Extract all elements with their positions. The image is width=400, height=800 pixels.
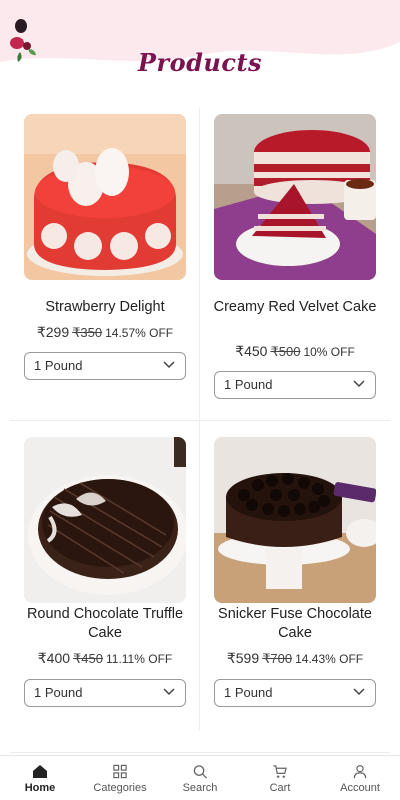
search-icon bbox=[193, 765, 208, 779]
nav-item-account[interactable]: Account bbox=[320, 756, 400, 800]
product-mrp: ₹450 bbox=[73, 651, 103, 666]
product-name[interactable]: Creamy Red Velvet Cake bbox=[200, 298, 390, 317]
weight-select-value: 1 Pound bbox=[34, 358, 83, 373]
weight-select-value: 1 Pound bbox=[34, 685, 83, 700]
user-icon bbox=[353, 764, 367, 779]
page-title: Products bbox=[137, 48, 263, 77]
weight-select[interactable]: 1 Pound bbox=[24, 679, 186, 707]
price-row: ₹400 ₹450 11.11% OFF bbox=[10, 650, 200, 667]
product-image[interactable] bbox=[214, 437, 376, 603]
weight-select-value: 1 Pound bbox=[224, 685, 273, 700]
nav-label-account: Account bbox=[340, 782, 380, 794]
price-row: ₹599 ₹700 14.43% OFF bbox=[200, 650, 390, 667]
weight-select[interactable]: 1 Pound bbox=[214, 371, 376, 399]
product-image[interactable] bbox=[214, 114, 376, 280]
discount-label: 11.11% OFF bbox=[105, 652, 173, 666]
product-name[interactable]: Strawberry Delight bbox=[10, 298, 200, 317]
chevron-down-icon bbox=[353, 380, 365, 388]
grid-divider-bottom bbox=[10, 752, 390, 753]
product-name[interactable]: Snicker Fuse Chocolate Cake bbox=[200, 605, 390, 643]
product-price: ₹599 bbox=[226, 650, 260, 666]
bottom-nav: Home Categories Search Cart Account bbox=[0, 755, 400, 800]
chevron-down-icon bbox=[163, 688, 175, 696]
chevron-down-icon bbox=[353, 688, 365, 696]
cart-icon bbox=[273, 765, 287, 778]
nav-item-home[interactable]: Home bbox=[0, 756, 80, 800]
product-mrp: ₹350 bbox=[72, 325, 103, 340]
discount-label: 14.57% OFF bbox=[105, 326, 174, 340]
product-name[interactable]: Round Chocolate Truffle Cake bbox=[10, 605, 200, 643]
product-price: ₹299 bbox=[36, 324, 70, 340]
product-image[interactable] bbox=[24, 437, 186, 603]
products-screen: Products Strawberry Delight ₹299 ₹350 14… bbox=[0, 0, 400, 800]
nav-label-home: Home bbox=[24, 782, 56, 794]
nav-item-search[interactable]: Search bbox=[160, 756, 240, 800]
product-card[interactable]: Creamy Red Velvet Cake ₹450 ₹500 10% OFF 1… bbox=[200, 114, 390, 414]
nav-label-search: Search bbox=[182, 782, 218, 794]
product-card[interactable]: Snicker Fuse Chocolate Cake ₹599 ₹700 14.4… bbox=[200, 437, 390, 737]
product-price: ₹450 bbox=[235, 343, 268, 359]
product-card[interactable]: Round Chocolate Truffle Cake ₹400 ₹450 11.… bbox=[10, 437, 200, 737]
header: Products bbox=[0, 0, 400, 100]
discount-label: 14.43% OFF bbox=[295, 652, 364, 666]
discount-label: 10% OFF bbox=[303, 345, 355, 359]
nav-label-categories: Categories bbox=[93, 782, 147, 794]
weight-select-value: 1 Pound bbox=[224, 377, 273, 392]
weight-select[interactable]: 1 Pound bbox=[214, 679, 376, 707]
grid-divider-horizontal bbox=[10, 420, 390, 421]
price-row: ₹450 ₹500 10% OFF bbox=[200, 343, 390, 360]
product-mrp: ₹700 bbox=[262, 651, 293, 666]
nav-item-categories[interactable]: Categories bbox=[80, 756, 160, 800]
product-image[interactable] bbox=[24, 114, 186, 280]
price-row: ₹299 ₹350 14.57% OFF bbox=[10, 324, 200, 341]
nav-item-cart[interactable]: Cart bbox=[240, 756, 320, 800]
product-card[interactable]: Strawberry Delight ₹299 ₹350 14.57% OFF 1 … bbox=[10, 114, 200, 414]
product-price: ₹400 bbox=[37, 650, 71, 666]
weight-select[interactable]: 1 Pound bbox=[24, 352, 186, 380]
grid-icon bbox=[113, 764, 127, 779]
nav-label-cart: Cart bbox=[269, 782, 291, 794]
home-icon bbox=[33, 765, 47, 778]
product-mrp: ₹500 bbox=[270, 344, 301, 359]
chevron-down-icon bbox=[163, 361, 175, 369]
